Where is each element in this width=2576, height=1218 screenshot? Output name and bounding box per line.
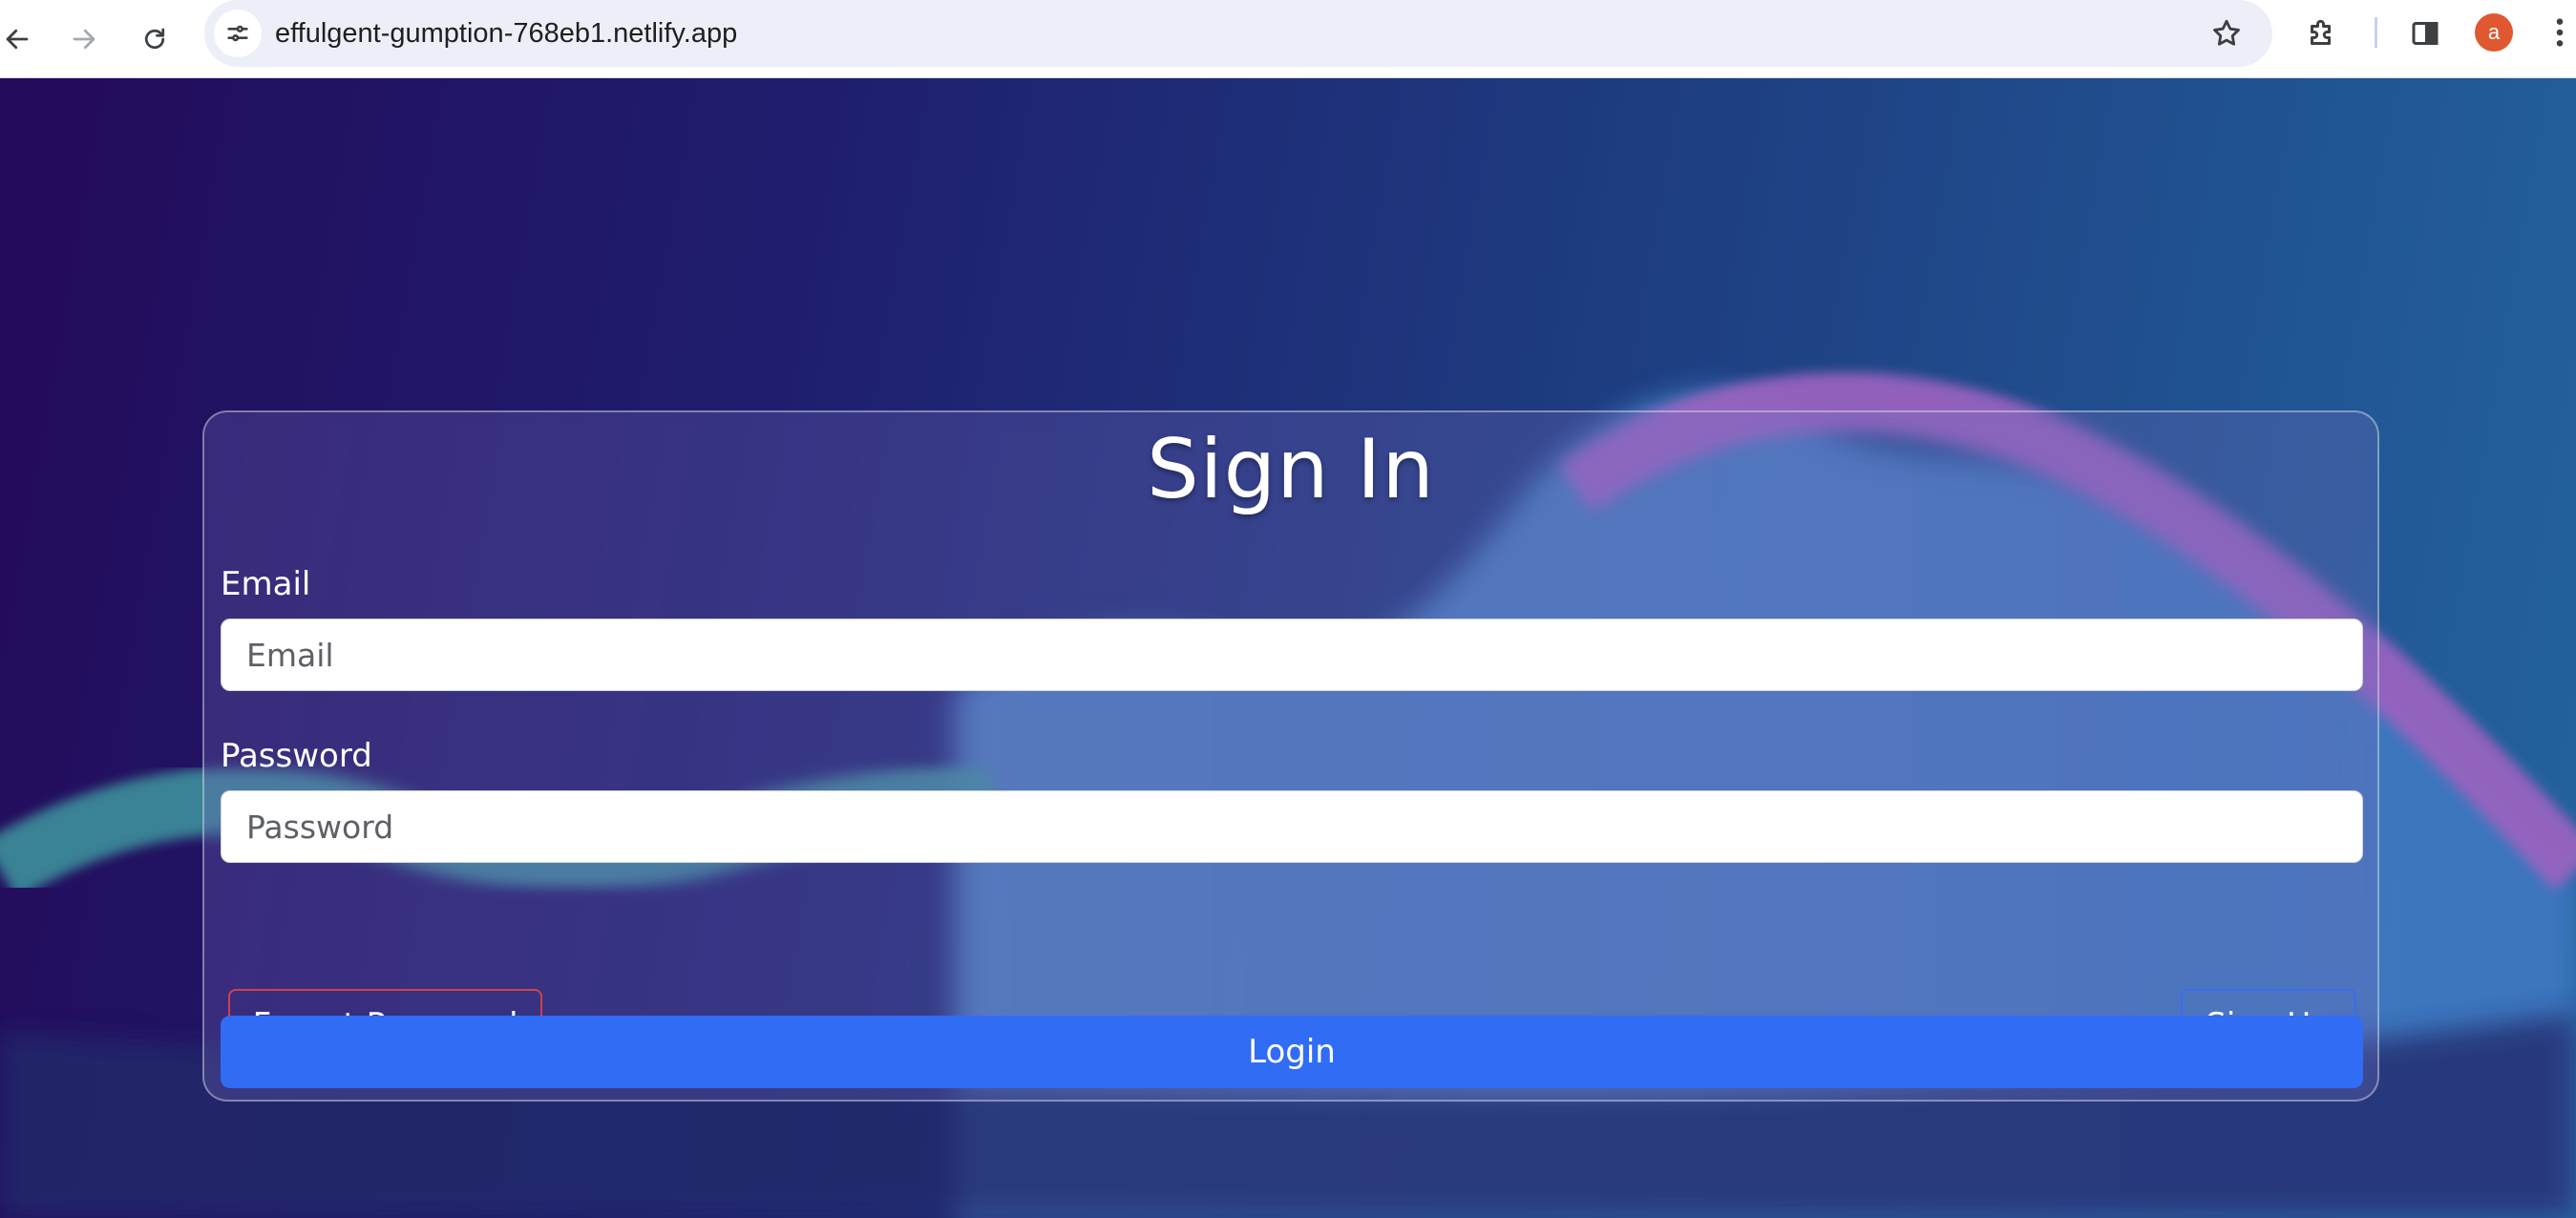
browser-menu-button[interactable] (2544, 11, 2576, 53)
star-icon (2213, 19, 2240, 46)
back-arrow-icon (6, 29, 29, 50)
more-vert-icon (2556, 18, 2564, 47)
email-input[interactable] (221, 619, 2363, 691)
login-button[interactable]: Login (221, 1016, 2363, 1088)
url-text[interactable]: effulgent-gumption-768eb1.netlify.app (275, 0, 737, 67)
tune-icon (227, 25, 248, 42)
signin-card: Sign In Email Password Forgot Password S… (202, 410, 2379, 1102)
profile-avatar[interactable]: a (2475, 13, 2513, 52)
reload-icon (144, 28, 165, 50)
side-panel-button[interactable] (2402, 10, 2448, 56)
back-button[interactable] (0, 16, 40, 62)
page-title: Sign In (1147, 422, 1435, 517)
side-panel-icon (2412, 22, 2439, 45)
page-viewport: Sign In Email Password Forgot Password S… (0, 78, 2576, 1218)
password-input[interactable] (221, 790, 2363, 863)
forward-button[interactable] (61, 16, 107, 62)
forward-arrow-icon (73, 29, 95, 50)
address-bar[interactable]: effulgent-gumption-768eb1.netlify.app (204, 0, 2272, 67)
site-info-button[interactable] (214, 10, 262, 57)
password-label: Password (221, 737, 372, 775)
puzzle-icon (2311, 19, 2331, 45)
email-label: Email (221, 565, 311, 603)
toolbar-divider (2375, 17, 2377, 48)
extensions-button[interactable] (2299, 10, 2345, 56)
reload-button[interactable] (132, 16, 178, 62)
bookmark-button[interactable] (2204, 10, 2249, 56)
browser-toolbar: effulgent-gumption-768eb1.netlify.app a (0, 0, 2576, 78)
